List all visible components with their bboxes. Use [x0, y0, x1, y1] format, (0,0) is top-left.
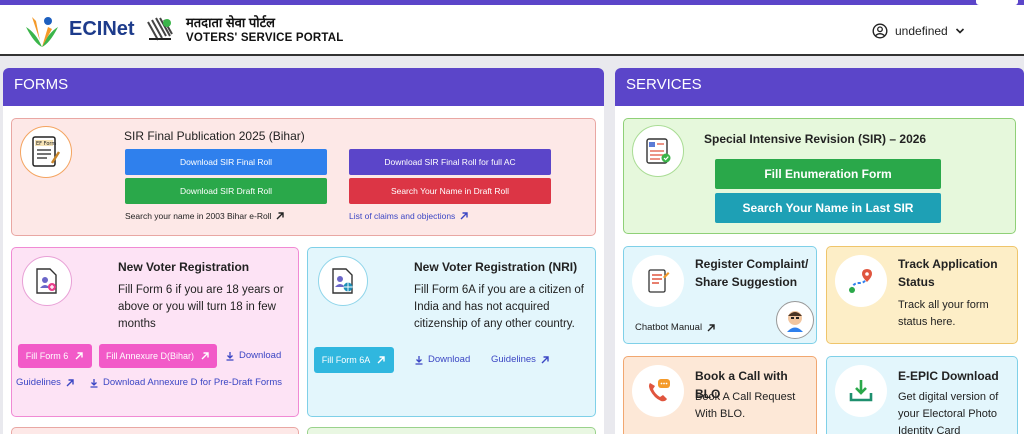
download-icon	[226, 351, 234, 361]
form6-add-user-icon	[22, 256, 72, 306]
eci-logo-icon[interactable]	[22, 13, 62, 49]
sir-2026-card: Special Intensive Revision (SIR) – 2026 …	[623, 118, 1016, 234]
user-account-icon	[872, 23, 888, 39]
download-annexure-d-label: Download Annexure D for Pre-Draft Forms	[103, 377, 282, 388]
e-epic-download-card[interactable]: E-EPIC Download Get digital version of y…	[826, 356, 1018, 434]
next-card-peek-right	[307, 427, 596, 434]
search-2003-eroll-link[interactable]: Search your name in 2003 Bihar e-Roll	[125, 211, 285, 221]
portal-title-hindi: मतदाता सेवा पोर्टल	[186, 15, 275, 30]
fill-form6a-label: Fill Form 6A	[321, 355, 371, 365]
e-epic-download-icon	[835, 365, 887, 417]
forms-panel: FORMS EF Form SIR Final Publication 2025…	[3, 68, 604, 434]
download-annexure-d-link[interactable]: Download Annexure D for Pre-Draft Forms	[89, 377, 282, 388]
form6a-download-link[interactable]: Download	[414, 354, 470, 365]
nri-voter-title: New Voter Registration (NRI)	[414, 260, 578, 274]
external-link-arrow-icon	[707, 323, 715, 331]
new-voter-title: New Voter Registration	[118, 260, 250, 274]
services-panel: SERVICES Special Intensive Revision (SIR…	[615, 68, 1024, 434]
chatbot-manual-label: Chatbot Manual	[635, 322, 703, 333]
book-call-blo-card[interactable]: Book a Call with BLO Book A Call Request…	[623, 356, 817, 434]
form6-download-link[interactable]: Download	[225, 350, 281, 361]
e-epic-description: Get digital version of your Electoral Ph…	[898, 391, 999, 434]
complaint-document-icon	[632, 255, 684, 307]
claims-objections-label: List of claims and objections	[349, 211, 456, 221]
new-voter-registration-nri-card: New Voter Registration (NRI) Fill Form 6…	[307, 247, 596, 417]
fill-form6-label: Fill Form 6	[25, 351, 69, 361]
portal-title-english: VOTERS' SERVICE PORTAL	[186, 32, 344, 44]
logo-text[interactable]: ECINet	[69, 18, 135, 41]
forms-panel-title: FORMS	[3, 68, 604, 106]
fill-form6-button[interactable]: Fill Form 6	[18, 344, 92, 368]
form6a-download-label: Download	[428, 354, 471, 365]
new-voter-description: Fill Form 6 if you are 18 years or above…	[118, 284, 284, 330]
sir-final-publication-card: EF Form SIR Final Publication 2025 (Biha…	[11, 118, 596, 236]
voter-mitra-chatbot-icon[interactable]	[776, 301, 814, 339]
download-sir-final-roll-ac-button[interactable]: Download SIR Final Roll for full AC	[349, 149, 551, 175]
user-menu[interactable]: undefined	[872, 21, 965, 41]
search-2003-eroll-label: Search your name in 2003 Bihar e-Roll	[125, 211, 272, 221]
ef-form-icon: EF Form	[20, 126, 72, 178]
external-link-arrow-icon	[377, 356, 385, 364]
site-header: ECINet मतदाता सेवा पोर्टल VOTERS' SERVIC…	[0, 5, 1024, 56]
download-icon	[90, 378, 98, 388]
form6a-globe-user-icon	[318, 256, 368, 306]
chevron-down-icon	[955, 28, 964, 34]
sir-card-title: SIR Final Publication 2025 (Bihar)	[124, 129, 305, 143]
form6a-guidelines-link[interactable]: Guidelines	[491, 354, 550, 365]
form6-guidelines-link[interactable]: Guidelines	[16, 377, 75, 388]
nri-voter-description: Fill Form 6A if you are a citizen of Ind…	[414, 284, 585, 330]
ballot-emblem-icon	[147, 17, 173, 41]
form6a-guidelines-label: Guidelines	[491, 354, 536, 365]
search-last-sir-button[interactable]: Search Your Name in Last SIR	[715, 193, 941, 223]
claims-objections-link[interactable]: List of claims and objections	[349, 211, 469, 221]
phone-chat-icon	[632, 365, 684, 417]
track-application-card[interactable]: Track Application Status Track all your …	[826, 246, 1018, 344]
search-draft-roll-button[interactable]: Search Your Name in Draft Roll	[349, 178, 551, 204]
form6-guidelines-label: Guidelines	[16, 377, 61, 388]
track-route-icon	[835, 255, 887, 307]
download-sir-draft-roll-button[interactable]: Download SIR Draft Roll	[125, 178, 327, 204]
track-application-description: Track all your form status here.	[898, 299, 989, 328]
new-voter-registration-card: New Voter Registration Fill Form 6 if yo…	[11, 247, 299, 417]
external-link-arrow-icon	[75, 352, 83, 360]
fill-annexure-d-label: Fill Annexure D(Bihar)	[105, 351, 195, 361]
user-name: undefined	[895, 24, 948, 38]
fill-annexure-d-button[interactable]: Fill Annexure D(Bihar)	[99, 344, 217, 368]
fill-enumeration-form-button[interactable]: Fill Enumeration Form	[715, 159, 941, 189]
external-link-arrow-icon	[541, 355, 549, 363]
register-complaint-title: Register Complaint/ Share Suggestion	[695, 257, 809, 289]
external-link-arrow-icon	[201, 352, 209, 360]
sir-2026-title: Special Intensive Revision (SIR) – 2026	[704, 132, 927, 146]
register-complaint-card[interactable]: Register Complaint/ Share Suggestion Cha…	[623, 246, 817, 344]
external-link-arrow-icon	[460, 212, 469, 220]
e-epic-title: E-EPIC Download	[898, 369, 999, 383]
download-icon	[415, 355, 423, 365]
fill-form6a-button[interactable]: Fill Form 6A	[314, 347, 394, 373]
chatbot-manual-link[interactable]: Chatbot Manual	[635, 322, 716, 333]
book-call-blo-description: Book A Call Request With BLO.	[695, 391, 796, 420]
enumeration-form-icon	[632, 125, 684, 177]
track-application-title: Track Application Status	[898, 257, 998, 289]
services-panel-title: SERVICES	[615, 68, 1024, 106]
download-sir-final-roll-button[interactable]: Download SIR Final Roll	[125, 149, 327, 175]
form6-download-label: Download	[239, 350, 282, 361]
svg-text:EF Form: EF Form	[36, 141, 56, 147]
next-card-peek-left	[11, 427, 299, 434]
external-link-arrow-icon	[276, 212, 285, 220]
external-link-arrow-icon	[66, 378, 74, 386]
